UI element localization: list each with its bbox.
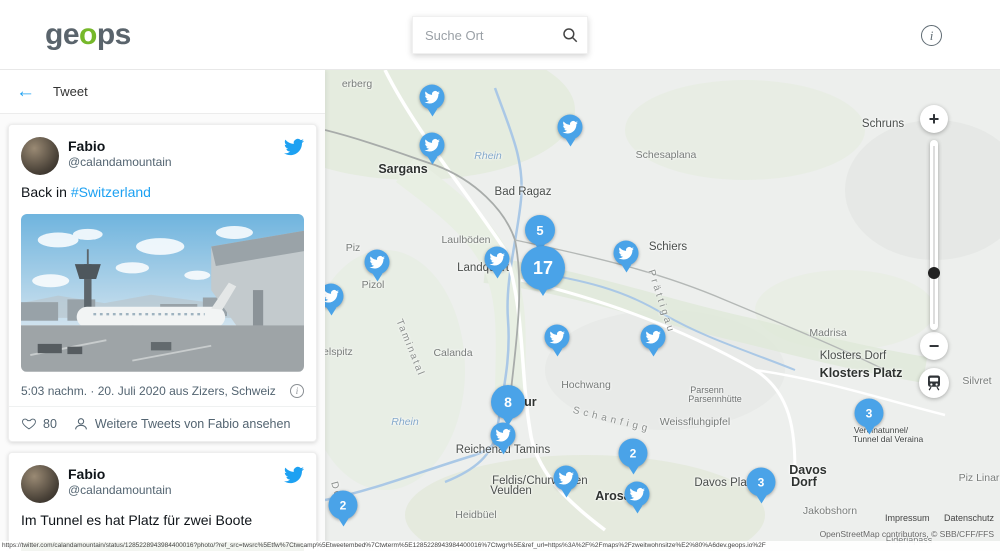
link-preview-statusbar: https://twitter.com/calandamountain/stat… xyxy=(0,541,1000,551)
zoom-out-button[interactable]: − xyxy=(920,332,948,360)
tweet-marker[interactable] xyxy=(554,466,579,491)
back-arrow-icon[interactable]: ← xyxy=(16,82,35,101)
twitter-bird-icon xyxy=(369,254,385,270)
tweet-marker[interactable] xyxy=(420,133,445,158)
twitter-bird-icon xyxy=(325,288,339,304)
twitter-bird-icon xyxy=(424,137,440,153)
tweet-cluster-marker[interactable]: 8 xyxy=(491,385,525,419)
more-tweets-link[interactable]: Weitere Tweets von Fabio ansehen xyxy=(73,416,291,432)
info-button[interactable]: i xyxy=(921,25,942,46)
more-tweets-label: Weitere Tweets von Fabio ansehen xyxy=(95,417,291,431)
twitter-bird-icon xyxy=(549,329,565,345)
tweet-actions: 80 Weitere Tweets von Fabio ansehen xyxy=(9,406,316,441)
logo-part: ge xyxy=(45,18,79,51)
tweet-timestamp-row: 5:03 nachm. · 20. Juli 2020 aus Zizers, … xyxy=(9,378,316,406)
app-header: geops i xyxy=(0,0,1000,70)
tweet-header: Fabio @calandamountain xyxy=(9,453,316,509)
twitter-bird-icon[interactable] xyxy=(284,137,304,157)
hashtag-link[interactable]: #Switzerland xyxy=(71,184,151,200)
heart-icon xyxy=(21,416,37,432)
twitter-bird-icon xyxy=(618,245,634,261)
tweet-marker[interactable] xyxy=(325,284,344,309)
airport-photo-illustration xyxy=(21,214,304,372)
zoom-slider[interactable] xyxy=(930,140,938,330)
tweet-author-handle: @calandamountain xyxy=(68,483,275,497)
tweet-text-span: Back in xyxy=(21,184,71,200)
tweet-author-name: Fabio xyxy=(68,466,275,482)
legal-links: Impressum Datenschutz xyxy=(820,508,994,526)
logo-part: ps xyxy=(97,18,131,51)
tweet-cluster-marker[interactable]: 2 xyxy=(329,491,358,520)
twitter-bird-icon xyxy=(629,486,645,502)
like-button[interactable]: 80 xyxy=(21,416,57,432)
tweet-cluster-marker[interactable]: 5 xyxy=(525,215,555,245)
tweet-author[interactable]: Fabio @calandamountain xyxy=(68,137,275,169)
tweet-marker[interactable] xyxy=(485,247,510,272)
impressum-link[interactable]: Impressum xyxy=(885,513,930,523)
twitter-bird-icon[interactable] xyxy=(284,465,304,485)
avatar[interactable] xyxy=(21,137,59,175)
tweet-author[interactable]: Fabio @calandamountain xyxy=(68,465,275,497)
like-count: 80 xyxy=(43,417,57,431)
twitter-bird-icon xyxy=(489,251,505,267)
tweet-sidebar: ← Tweet Fabio @calandamountain Back in #… xyxy=(0,70,325,551)
map-attribution: Impressum Datenschutz OpenStreetMap cont… xyxy=(820,508,994,539)
tweet-marker[interactable] xyxy=(641,325,666,350)
panel-title: Tweet xyxy=(53,84,88,99)
tweet-text: Im Tunnel es hat Platz für zwei Boote xyxy=(9,509,316,540)
panel-header: ← Tweet xyxy=(0,70,325,114)
tweet-cluster-marker[interactable]: 3 xyxy=(747,468,776,497)
tweet-author-name: Fabio xyxy=(68,138,275,154)
twitter-bird-icon xyxy=(645,329,661,345)
tweet-cluster-marker[interactable]: 3 xyxy=(855,399,884,428)
tweet-photo[interactable] xyxy=(21,214,304,372)
avatar[interactable] xyxy=(21,465,59,503)
tweet-marker[interactable] xyxy=(558,115,583,140)
tweet-marker[interactable] xyxy=(625,482,650,507)
geops-logo[interactable]: geops xyxy=(45,18,131,52)
map[interactable]: erbergSchrunsSchesaplanaSargansRheinBad … xyxy=(325,70,1000,551)
tweet-info-icon[interactable]: i xyxy=(290,384,304,398)
search-input[interactable] xyxy=(425,28,561,43)
tweet-card[interactable]: Fabio @calandamountain Im Tunnel es hat … xyxy=(8,452,317,551)
tweet-cluster-marker[interactable]: 17 xyxy=(521,246,565,290)
twitter-bird-icon xyxy=(424,89,440,105)
copyright-text: OpenStreetMap contributors, © SBB/CFF/FF… xyxy=(820,529,994,539)
search-icon[interactable] xyxy=(561,26,579,44)
tweet-marker[interactable] xyxy=(545,325,570,350)
train-icon xyxy=(925,374,943,392)
tweet-card[interactable]: Fabio @calandamountain Back in #Switzerl… xyxy=(8,124,317,442)
zoom-controls: + − xyxy=(919,105,949,398)
twitter-bird-icon xyxy=(558,470,574,486)
tweet-header: Fabio @calandamountain xyxy=(9,125,316,181)
tweet-text: Back in #Switzerland xyxy=(9,181,316,212)
datenschutz-link[interactable]: Datenschutz xyxy=(944,513,994,523)
tweet-timestamp: 5:03 nachm. · 20. Juli 2020 aus Zizers, … xyxy=(21,384,276,398)
map-markers: 517 8 2 3 3 2 xyxy=(325,70,1000,551)
zoom-slider-handle[interactable] xyxy=(928,267,940,279)
train-layer-button[interactable] xyxy=(919,368,949,398)
tweet-cluster-marker[interactable]: 2 xyxy=(619,439,648,468)
logo-part: o xyxy=(79,18,97,51)
tweet-marker[interactable] xyxy=(365,250,390,275)
zoom-in-button[interactable]: + xyxy=(920,105,948,133)
tweet-marker[interactable] xyxy=(420,85,445,110)
twitter-bird-icon xyxy=(562,119,578,135)
tweet-author-handle: @calandamountain xyxy=(68,155,275,169)
tweet-marker[interactable] xyxy=(614,241,639,266)
person-icon xyxy=(73,416,89,432)
search-box[interactable] xyxy=(412,16,588,54)
